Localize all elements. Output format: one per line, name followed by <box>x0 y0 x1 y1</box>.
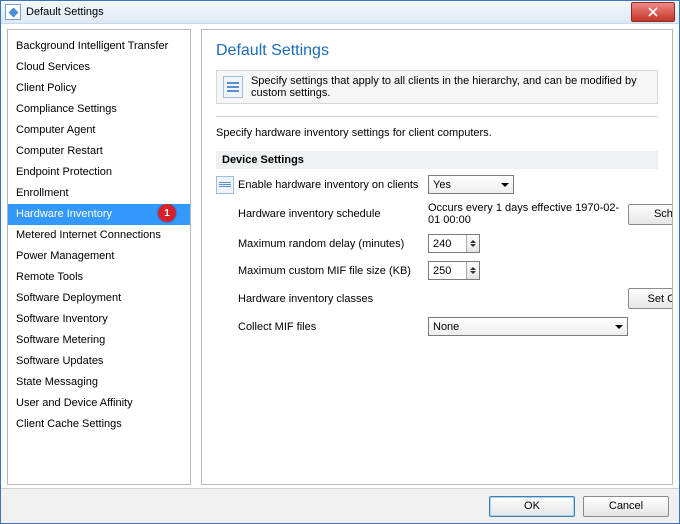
sidebar-item-label: Hardware Inventory <box>16 208 112 220</box>
sidebar-item-state-messaging[interactable]: State Messaging <box>8 372 190 393</box>
sidebar-item-software-inventory[interactable]: Software Inventory <box>8 309 190 330</box>
schedule-value: Occurs every 1 days effective 1970-02-01… <box>428 202 628 226</box>
sidebar-item-computer-agent[interactable]: Computer Agent <box>8 120 190 141</box>
enable-hardware-inventory-label: Enable hardware inventory on clients <box>238 179 428 191</box>
sidebar-item-software-deployment[interactable]: Software Deployment <box>8 288 190 309</box>
sidebar-item-metered-internet-connections[interactable]: Metered Internet Connections <box>8 225 190 246</box>
sidebar-item-client-policy[interactable]: Client Policy <box>8 78 190 99</box>
schedule-label: Hardware inventory schedule <box>238 208 428 220</box>
device-settings-grid: Enable hardware inventory on clients Yes… <box>216 175 658 336</box>
set-classes-button[interactable]: Set Classes ... <box>628 288 673 309</box>
sidebar-item-user-and-device-affinity[interactable]: User and Device Affinity <box>8 393 190 414</box>
app-icon <box>5 4 21 20</box>
sidebar-item-power-management[interactable]: Power Management <box>8 246 190 267</box>
combo-value: Yes <box>433 179 451 191</box>
sidebar-item-software-metering[interactable]: Software Metering <box>8 330 190 351</box>
separator <box>216 116 658 117</box>
sidebar-item-compliance-settings[interactable]: Compliance Settings <box>8 99 190 120</box>
description-text: Specify settings that apply to all clien… <box>251 75 651 99</box>
collect-mif-combo[interactable]: None <box>428 317 628 336</box>
combo-value: None <box>433 321 459 333</box>
settings-list-icon <box>223 76 243 98</box>
spinner-value: 250 <box>433 265 451 277</box>
sidebar-item-enrollment[interactable]: Enrollment <box>8 183 190 204</box>
cancel-button[interactable]: Cancel <box>583 496 669 517</box>
enable-hardware-inventory-combo[interactable]: Yes <box>428 175 514 194</box>
category-sidebar: Background Intelligent Transfer Cloud Se… <box>7 29 191 485</box>
ok-button[interactable]: OK <box>489 496 575 517</box>
schedule-button[interactable]: Schedule ... <box>628 204 673 225</box>
sidebar-item-cloud-services[interactable]: Cloud Services <box>8 57 190 78</box>
sidebar-item-remote-tools[interactable]: Remote Tools <box>8 267 190 288</box>
annotation-marker-1: 1 <box>158 204 176 222</box>
title-bar: Default Settings <box>1 1 679 24</box>
dialog-footer: OK Cancel <box>1 488 679 523</box>
inventory-classes-label: Hardware inventory classes <box>238 293 428 305</box>
spinner-arrows-icon[interactable] <box>466 262 479 279</box>
max-mif-size-label: Maximum custom MIF file size (KB) <box>238 265 428 277</box>
page-title: Default Settings <box>216 42 658 60</box>
sidebar-item-hardware-inventory[interactable]: Hardware Inventory 1 <box>8 204 190 225</box>
settings-list-icon <box>216 176 234 194</box>
description-box: Specify settings that apply to all clien… <box>216 70 658 104</box>
collect-mif-label: Collect MIF files <box>238 321 428 333</box>
sidebar-item-endpoint-protection[interactable]: Endpoint Protection <box>8 162 190 183</box>
sidebar-item-computer-restart[interactable]: Computer Restart <box>8 141 190 162</box>
sidebar-item-software-updates[interactable]: Software Updates <box>8 351 190 372</box>
dialog-window: Default Settings Background Intelligent … <box>0 0 680 524</box>
max-random-delay-spinner[interactable]: 240 <box>428 234 480 253</box>
content-pane: Default Settings Specify settings that a… <box>201 29 673 485</box>
spinner-arrows-icon[interactable] <box>466 235 479 252</box>
window-title: Default Settings <box>26 6 631 18</box>
max-mif-size-spinner[interactable]: 250 <box>428 261 480 280</box>
section-header: Device Settings <box>216 151 658 169</box>
max-random-delay-label: Maximum random delay (minutes) <box>238 238 428 250</box>
sidebar-item-background-intelligent-transfer[interactable]: Background Intelligent Transfer <box>8 36 190 57</box>
spinner-value: 240 <box>433 238 451 250</box>
sidebar-item-client-cache-settings[interactable]: Client Cache Settings <box>8 414 190 435</box>
intro-text: Specify hardware inventory settings for … <box>216 127 658 139</box>
close-button[interactable] <box>631 2 675 22</box>
